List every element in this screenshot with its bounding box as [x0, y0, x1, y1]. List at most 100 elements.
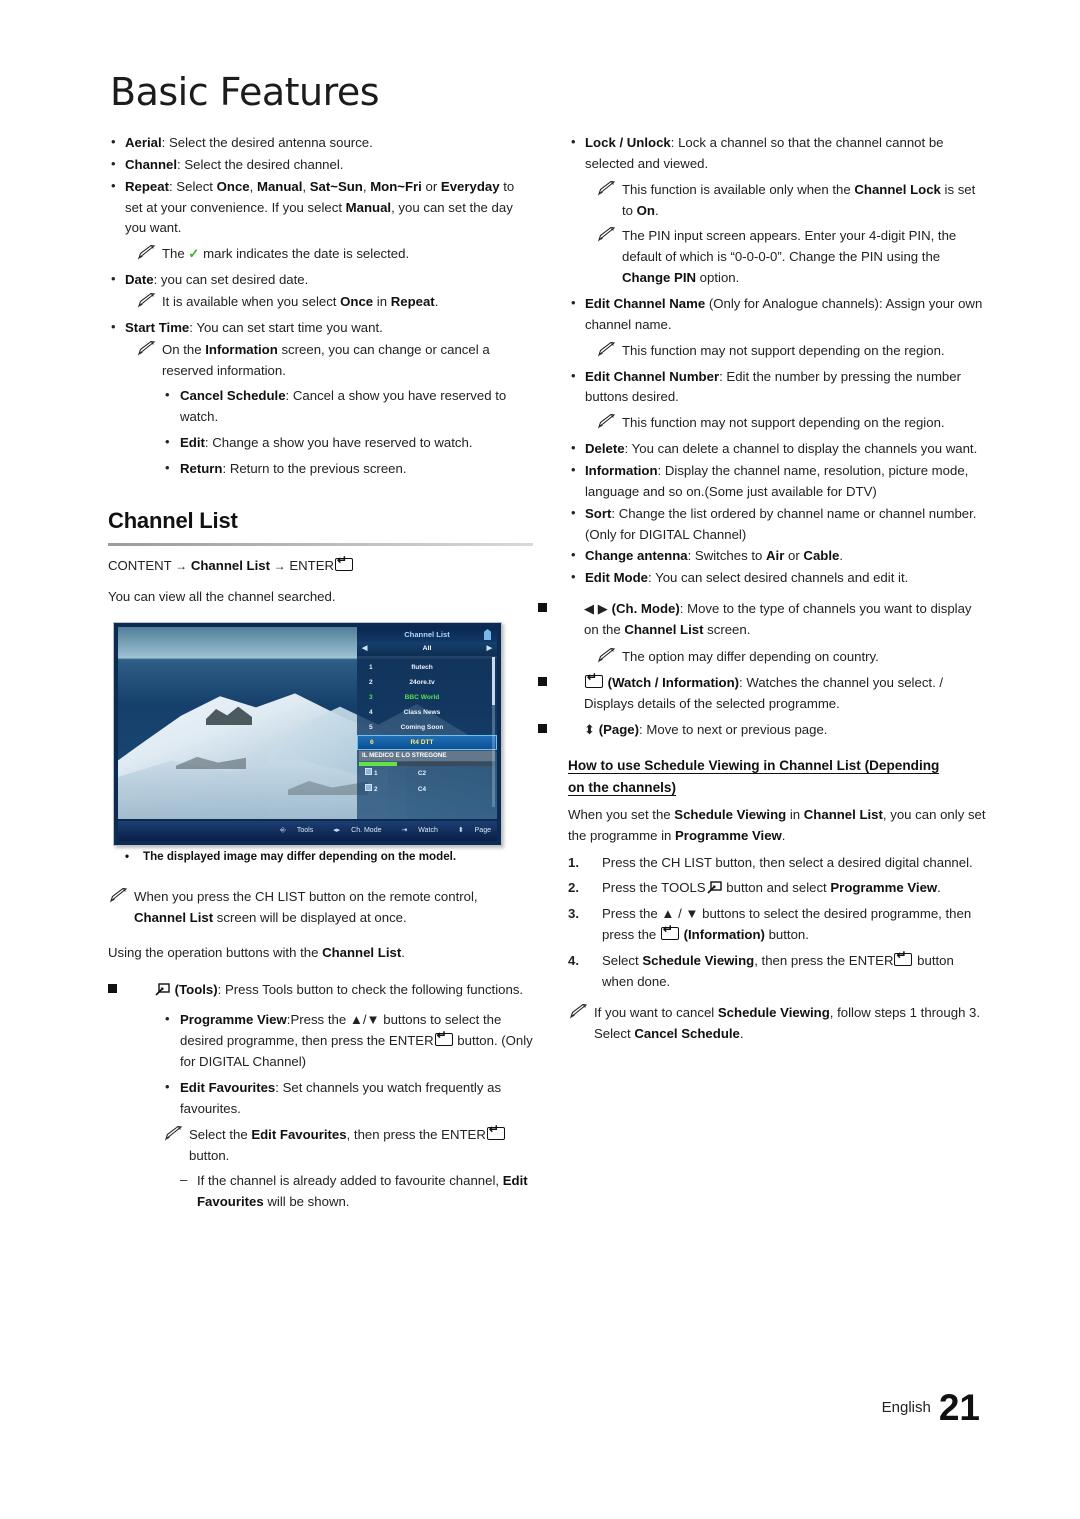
schedule-viewing-heading: How to use Schedule Viewing in Channel L…	[568, 755, 986, 799]
enter-key-icon	[894, 949, 913, 966]
tools-desc: : Press Tools button to check the follow…	[217, 981, 524, 997]
channel-row[interactable]: 1 flutech	[357, 660, 497, 675]
channel-filter-bar[interactable]: ◀ All ▶	[357, 642, 497, 656]
text-pre: Using the operation buttons with the	[108, 944, 323, 960]
note-region-2: This function may not support depending …	[596, 413, 986, 434]
option-everyday: Everyday	[440, 178, 500, 194]
bottom-bar-watch[interactable]: ⇥ Watch	[392, 827, 437, 834]
channel-row-current[interactable]: 3 BBC World	[357, 690, 497, 705]
heading-rule	[108, 542, 533, 546]
scrollbar[interactable]	[492, 657, 495, 807]
term-paren: (Only for Analogue channels)	[705, 296, 879, 312]
tv-bottom-bar: ⎆ Tools ◂▸ Ch. Mode ⇥ Watch ⬍ Page	[118, 821, 497, 841]
step-2: 2. Press the TOOLS button and select Pro…	[568, 878, 986, 899]
enter-key-icon	[434, 1029, 453, 1047]
square-marker-icon	[538, 676, 547, 686]
channel-list-title: Channel List	[357, 627, 497, 642]
bullet-icon: •	[111, 134, 116, 149]
page-bold: (Page)	[598, 722, 640, 738]
image-caption-text: The displayed image may differ depending…	[143, 850, 457, 863]
list-item-edit-channel-number: • Edit Channel Number: Edit the number b…	[568, 367, 986, 409]
note-check-mark: The ✓ mark indicates the date is selecte…	[136, 244, 533, 265]
list-item-edit-channel-name: • Edit Channel Name (Only for Analogue c…	[568, 294, 986, 336]
text-mid: button and select	[722, 880, 831, 896]
term-label: Change antenna	[585, 548, 688, 564]
pencil-icon	[596, 647, 616, 663]
bottom-bar-chmode[interactable]: ◂▸ Ch. Mode	[324, 827, 381, 834]
note-text-post: .	[739, 1025, 744, 1041]
scrollbar-thumb[interactable]	[492, 657, 495, 705]
term-desc: : You can delete a channel to display th…	[624, 441, 978, 457]
text-pre: : Switches to	[687, 548, 767, 564]
text: or	[421, 178, 441, 194]
text-mid: or	[784, 548, 804, 564]
note-text-pre: This function is available only when the	[622, 181, 855, 197]
list-item: • Aerial: Select the desired antenna sou…	[108, 133, 533, 154]
tv-screenshot: Channel List ◀ All ▶ 1 flutech 2 24ore.t…	[113, 622, 502, 846]
note-text: This function may not support depending …	[622, 342, 945, 358]
favourite-row[interactable]: 1 C2	[357, 766, 497, 782]
step-number: 3.	[568, 906, 579, 922]
footer-page-number: 21	[938, 1387, 980, 1428]
text-pre: Select	[602, 953, 643, 968]
note-bold-1: Channel Lock	[854, 181, 941, 197]
note-channel-lock: This function is available only when the…	[596, 180, 986, 222]
left-arrow-icon[interactable]: ◀	[362, 645, 367, 653]
bottom-bar-page[interactable]: ⬍ Page	[449, 827, 491, 834]
note-text: The option may differ depending on count…	[622, 648, 879, 664]
section-lead: You can view all the channel searched.	[108, 588, 336, 604]
term-label: Edit Channel Name	[585, 296, 706, 312]
arrow-icon: →	[273, 558, 286, 573]
list-item-repeat: • Repeat: Select Once, Manual, Sat~Sun, …	[108, 177, 533, 240]
tools-icon	[707, 881, 722, 894]
channel-name: BBC World	[404, 694, 440, 701]
text-post: screen.	[703, 622, 751, 638]
channel-name: R4 DTT	[410, 739, 434, 746]
note-text-post: button.	[189, 1147, 230, 1163]
bold-schedule-viewing: Schedule Viewing	[674, 806, 787, 822]
step-1: 1. Press the CH LIST button, then select…	[568, 853, 986, 874]
pencil-icon	[596, 180, 616, 196]
pencil-icon	[163, 1125, 183, 1141]
channel-row[interactable]: 4 Class News	[357, 705, 497, 720]
channel-row[interactable]: 2 24ore.tv	[357, 675, 497, 690]
right-arrow-icon[interactable]: ▶	[487, 645, 492, 653]
bullet-icon: •	[165, 1011, 170, 1027]
list-item-sort: • Sort: Change the list ordered by chann…	[568, 504, 986, 546]
dash-text-pre: If the channel is already added to favou…	[197, 1173, 503, 1189]
term-label: Channel	[125, 156, 178, 172]
left-right-icon: ◀ ▶	[584, 601, 608, 617]
channel-row-selected[interactable]: 6 R4 DTT	[357, 735, 497, 750]
note-country-option: The option may differ depending on count…	[596, 647, 986, 668]
tools-icon: ⎆	[280, 827, 286, 834]
term-label: Information	[585, 463, 658, 479]
pencil-icon	[596, 341, 616, 357]
dash-item-favourite: – If the channel is already added to fav…	[180, 1171, 533, 1213]
left-column: • Aerial: Select the desired antenna sou…	[108, 133, 533, 619]
note-bold-1: Schedule Viewing	[717, 1004, 830, 1020]
pencil-icon	[108, 887, 128, 903]
list-item-change-antenna: • Change antenna: Switches to Air or Cab…	[568, 546, 986, 567]
step-number: 1.	[568, 854, 579, 870]
option-manual: Manual	[256, 178, 303, 194]
square-marker-icon	[108, 983, 117, 993]
favourite-row[interactable]: 2 C4	[357, 782, 497, 798]
note-text: This function may not support depending …	[622, 415, 945, 431]
term-desc: : you can set desired date.	[153, 272, 309, 288]
text-mid: , then press the ENTER	[754, 953, 894, 968]
updown-icon: ⬍	[584, 722, 596, 738]
page-footer: English 21	[882, 1387, 980, 1429]
left-right-icon: ◂▸	[333, 827, 341, 834]
bottom-bar-tools[interactable]: ⎆ Tools	[271, 827, 313, 834]
list-item-edit: • Edit: Change a show you have reserved …	[163, 433, 533, 454]
channel-row[interactable]: 5 Coming Soon	[357, 720, 497, 735]
note-text: It is available when you select Once in …	[162, 294, 439, 310]
note-edit-favourites: Select the Edit Favourites, then press t…	[163, 1123, 533, 1167]
tv-inner: Channel List ◀ All ▶ 1 flutech 2 24ore.t…	[118, 627, 497, 841]
note-region-1: This function may not support depending …	[596, 341, 986, 362]
text-pre: Press the	[602, 854, 662, 870]
option-manual-2: Manual	[345, 199, 392, 215]
pencil-icon	[136, 245, 156, 260]
term-desc: : Change a show you have reserved to wat…	[204, 435, 473, 451]
term-label: Aerial	[125, 135, 162, 150]
